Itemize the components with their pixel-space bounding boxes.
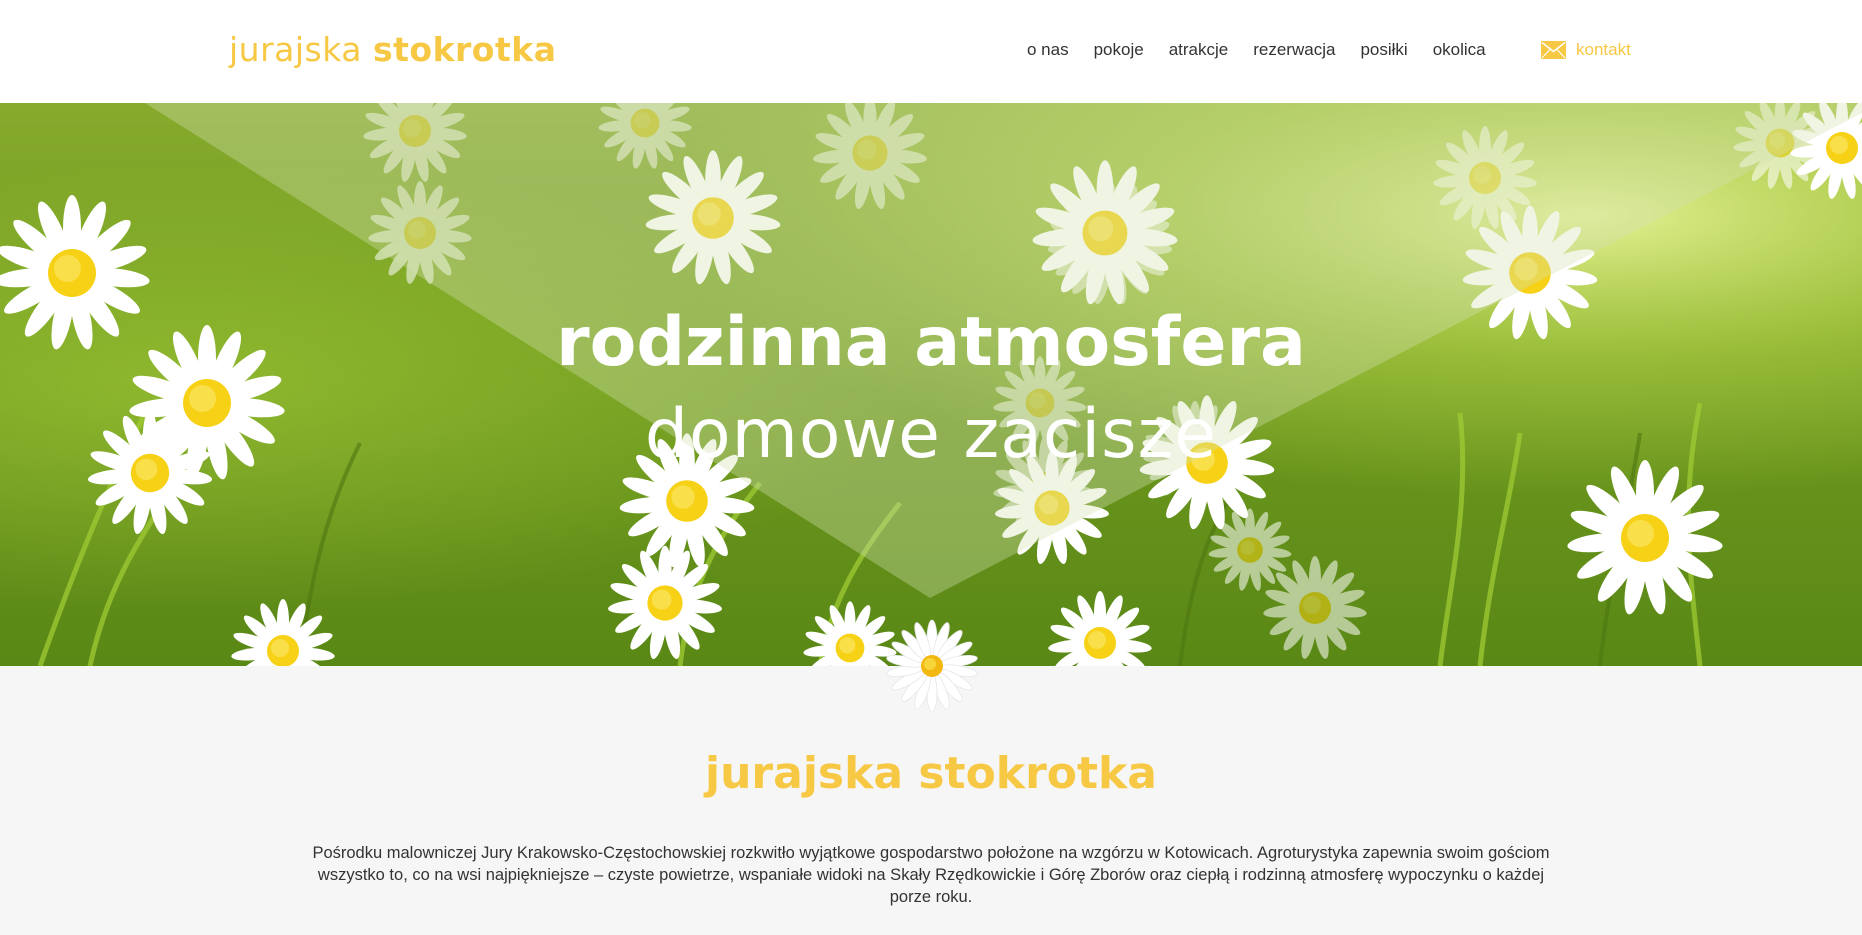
envelope-icon	[1541, 41, 1566, 59]
nav-item-pokoje[interactable]: pokoje	[1094, 38, 1144, 62]
nav-item-atrakcje[interactable]: atrakcje	[1169, 38, 1229, 62]
hero-title-line1: rodzinna atmosfera	[556, 303, 1306, 382]
site-header: jurajska stokrotka o nas pokoje atrakcje…	[0, 0, 1862, 103]
nav-item-o-nas[interactable]: o nas	[1027, 38, 1069, 62]
contact-label: kontakt	[1576, 40, 1631, 59]
logo-bold-text: stokrotka	[373, 30, 557, 69]
hero-banner: rodzinna atmosfera domowe zacisze	[0, 103, 1862, 666]
daisy-badge-icon	[886, 619, 978, 713]
main-nav: o nas pokoje atrakcje rezerwacja posiłki…	[1027, 38, 1511, 62]
nav-item-rezerwacja[interactable]: rezerwacja	[1253, 38, 1335, 62]
nav-item-okolica[interactable]: okolica	[1433, 38, 1486, 62]
logo-light-text: jurajska	[229, 30, 362, 69]
about-title: jurajska stokrotka	[705, 748, 1157, 799]
hero-background-image	[0, 103, 1862, 666]
about-text: Pośrodku malowniczej Jury Krakowsko-Częs…	[312, 844, 1550, 906]
hero-title-line2: domowe zacisze	[644, 395, 1218, 474]
site-logo[interactable]: jurajska stokrotka	[229, 30, 556, 70]
nav-item-posilki[interactable]: posiłki	[1360, 38, 1407, 62]
contact-link[interactable]: kontakt	[1541, 38, 1631, 62]
